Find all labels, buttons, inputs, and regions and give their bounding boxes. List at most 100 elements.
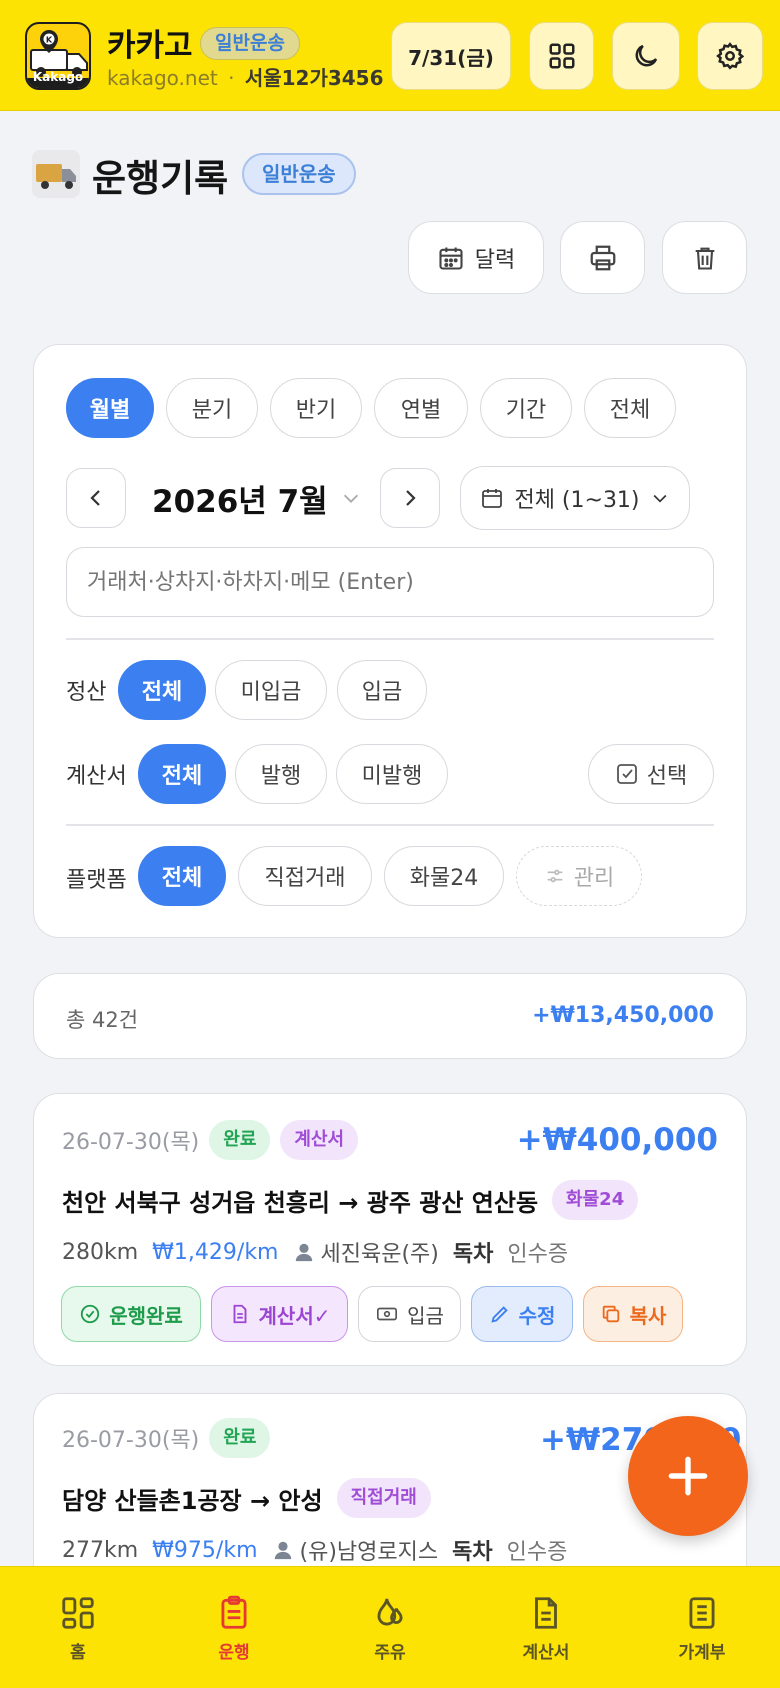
document-icon	[535, 1596, 557, 1629]
settlement-unpaid-chip[interactable]: 미입금	[215, 660, 327, 720]
mode-badge: 일반운송	[200, 27, 300, 60]
settlement-all-chip[interactable]: 전체	[118, 660, 206, 720]
trip-amount: +₩400,000	[516, 1122, 718, 1158]
nav-trips[interactable]: 운행	[156, 1567, 312, 1688]
check-circle-icon	[81, 1304, 100, 1324]
day-range-label: 전체 (1~31)	[514, 488, 640, 513]
trip-date: 26-07-30(목)	[62, 1428, 200, 1453]
platform-all-chip[interactable]: 전체	[138, 846, 226, 906]
invoice-not-issued-chip[interactable]: 미발행	[336, 744, 448, 804]
tab-label: 반기	[295, 398, 337, 423]
app-logo[interactable]: K Kakago	[25, 22, 91, 90]
month-selector[interactable]: 2026년 7월	[152, 472, 362, 524]
chevron-down-icon	[653, 494, 666, 503]
nav-fuel[interactable]: 주유	[312, 1567, 468, 1688]
plus-icon	[668, 1456, 708, 1496]
app-header: K Kakago 카카고 일반운송 kakago.net · 서울12가3456…	[0, 0, 780, 111]
platform-manage-button[interactable]: 관리	[516, 846, 642, 906]
button-label: 운행완료	[109, 1303, 183, 1328]
svg-text:K: K	[46, 36, 53, 45]
receipt-type: 인수증	[506, 1540, 568, 1565]
invoice-all-chip[interactable]: 전체	[138, 744, 226, 804]
trip-meta: 280km ₩1,429/km 세진육운(주) 독차 인수증	[62, 1236, 568, 1268]
dashboard-icon	[62, 1596, 94, 1629]
trip-distance: 280km	[62, 1239, 139, 1265]
tab-quarter[interactable]: 분기	[166, 378, 258, 438]
tab-range[interactable]: 기간	[480, 378, 572, 438]
platform-direct-chip[interactable]: 직접거래	[238, 846, 372, 906]
tab-yearly[interactable]: 연별	[374, 378, 468, 438]
vehicle-type: 독차	[452, 1540, 493, 1565]
chip-label: 미발행	[361, 764, 423, 789]
trip-route: 담양 산들촌1공장 → 안성	[62, 1486, 323, 1515]
delete-button[interactable]	[662, 221, 747, 294]
trip-card[interactable]: 26-07-30(목) 완료 계산서 +₩400,000 천안 서북구 성거읍 …	[33, 1093, 747, 1366]
trip-rate: ₩1,429/km	[152, 1239, 279, 1265]
chevron-right-icon	[406, 490, 416, 506]
add-trip-button[interactable]	[628, 1416, 748, 1536]
tab-label: 분기	[191, 398, 233, 423]
platform-label: 플랫폼	[66, 868, 127, 893]
site-domain: kakago.net	[107, 66, 218, 90]
apps-button[interactable]	[529, 22, 594, 90]
manage-label: 관리	[573, 866, 615, 891]
notebook-icon	[689, 1596, 715, 1629]
print-button[interactable]	[560, 221, 645, 294]
page-title: 운행기록	[92, 157, 229, 200]
invoice-button[interactable]: 계산서✓	[211, 1286, 348, 1342]
total-amount: +₩13,450,000	[532, 1003, 714, 1028]
platform-badge: 화물24	[552, 1180, 639, 1220]
copy-icon	[602, 1305, 619, 1323]
calendar-icon	[439, 247, 463, 270]
date-label: 7/31(금)	[408, 45, 494, 70]
nav-label: 주유	[374, 1642, 406, 1663]
payment-button[interactable]: 입금	[358, 1286, 461, 1342]
vehicle-type: 독차	[452, 1242, 494, 1267]
copy-button[interactable]: 복사	[583, 1286, 683, 1342]
tab-label: 전체	[609, 398, 651, 423]
edit-button[interactable]: 수정	[471, 1286, 573, 1342]
trash-icon	[695, 247, 714, 270]
checkbox-icon	[616, 764, 637, 784]
nav-invoice[interactable]: 계산서	[468, 1567, 624, 1688]
document-icon	[233, 1304, 246, 1324]
select-label: 선택	[646, 764, 688, 789]
sliders-icon	[547, 869, 563, 883]
header-subtitle: kakago.net · 서울12가3456	[107, 62, 384, 91]
chip-label: 전체	[161, 764, 203, 789]
prev-month-button[interactable]	[66, 468, 126, 528]
tab-all[interactable]: 전체	[584, 378, 676, 438]
invoice-label: 계산서	[66, 764, 127, 789]
nav-home[interactable]: 홈	[0, 1567, 156, 1688]
date-button[interactable]: 7/31(금)	[391, 22, 511, 90]
settings-button[interactable]	[697, 22, 763, 90]
chip-label: 화물24	[409, 866, 479, 891]
calendar-button[interactable]: 달력	[408, 221, 544, 294]
tab-label: 연별	[400, 398, 442, 423]
platform-hwamul24-chip[interactable]: 화물24	[384, 846, 504, 906]
nav-label: 운행	[218, 1642, 250, 1663]
chip-label: 전체	[161, 866, 203, 891]
chip-label: 미입금	[240, 680, 302, 705]
tab-monthly[interactable]: 월별	[66, 378, 154, 438]
trip-rate: ₩975/km	[152, 1537, 258, 1563]
settlement-paid-chip[interactable]: 입금	[337, 660, 427, 720]
invoice-issued-chip[interactable]: 발행	[235, 744, 327, 804]
select-mode-button[interactable]: 선택	[588, 744, 714, 804]
trip-count: 총 42건	[66, 1008, 139, 1032]
nav-label: 계산서	[522, 1642, 570, 1663]
tab-half[interactable]: 반기	[270, 378, 362, 438]
chip-label: 전체	[141, 680, 183, 705]
truck-image-icon	[32, 150, 80, 198]
nav-ledger[interactable]: 가계부	[624, 1567, 780, 1688]
search-input[interactable]	[66, 547, 714, 617]
client-name: 세진육운(주)	[320, 1242, 439, 1267]
day-range-dropdown[interactable]: 전체 (1~31)	[460, 466, 690, 530]
trip-route-row: 담양 산들촌1공장 → 안성 직접거래	[62, 1478, 431, 1518]
trip-route-row: 천안 서북구 성거읍 천흥리 → 광주 광산 연산동 화물24	[62, 1180, 639, 1220]
complete-trip-button[interactable]: 운행완료	[61, 1286, 201, 1342]
dark-mode-button[interactable]	[612, 22, 680, 90]
status-badge: 완료	[209, 1120, 271, 1160]
next-month-button[interactable]	[380, 468, 440, 528]
droplet-icon	[377, 1598, 403, 1625]
